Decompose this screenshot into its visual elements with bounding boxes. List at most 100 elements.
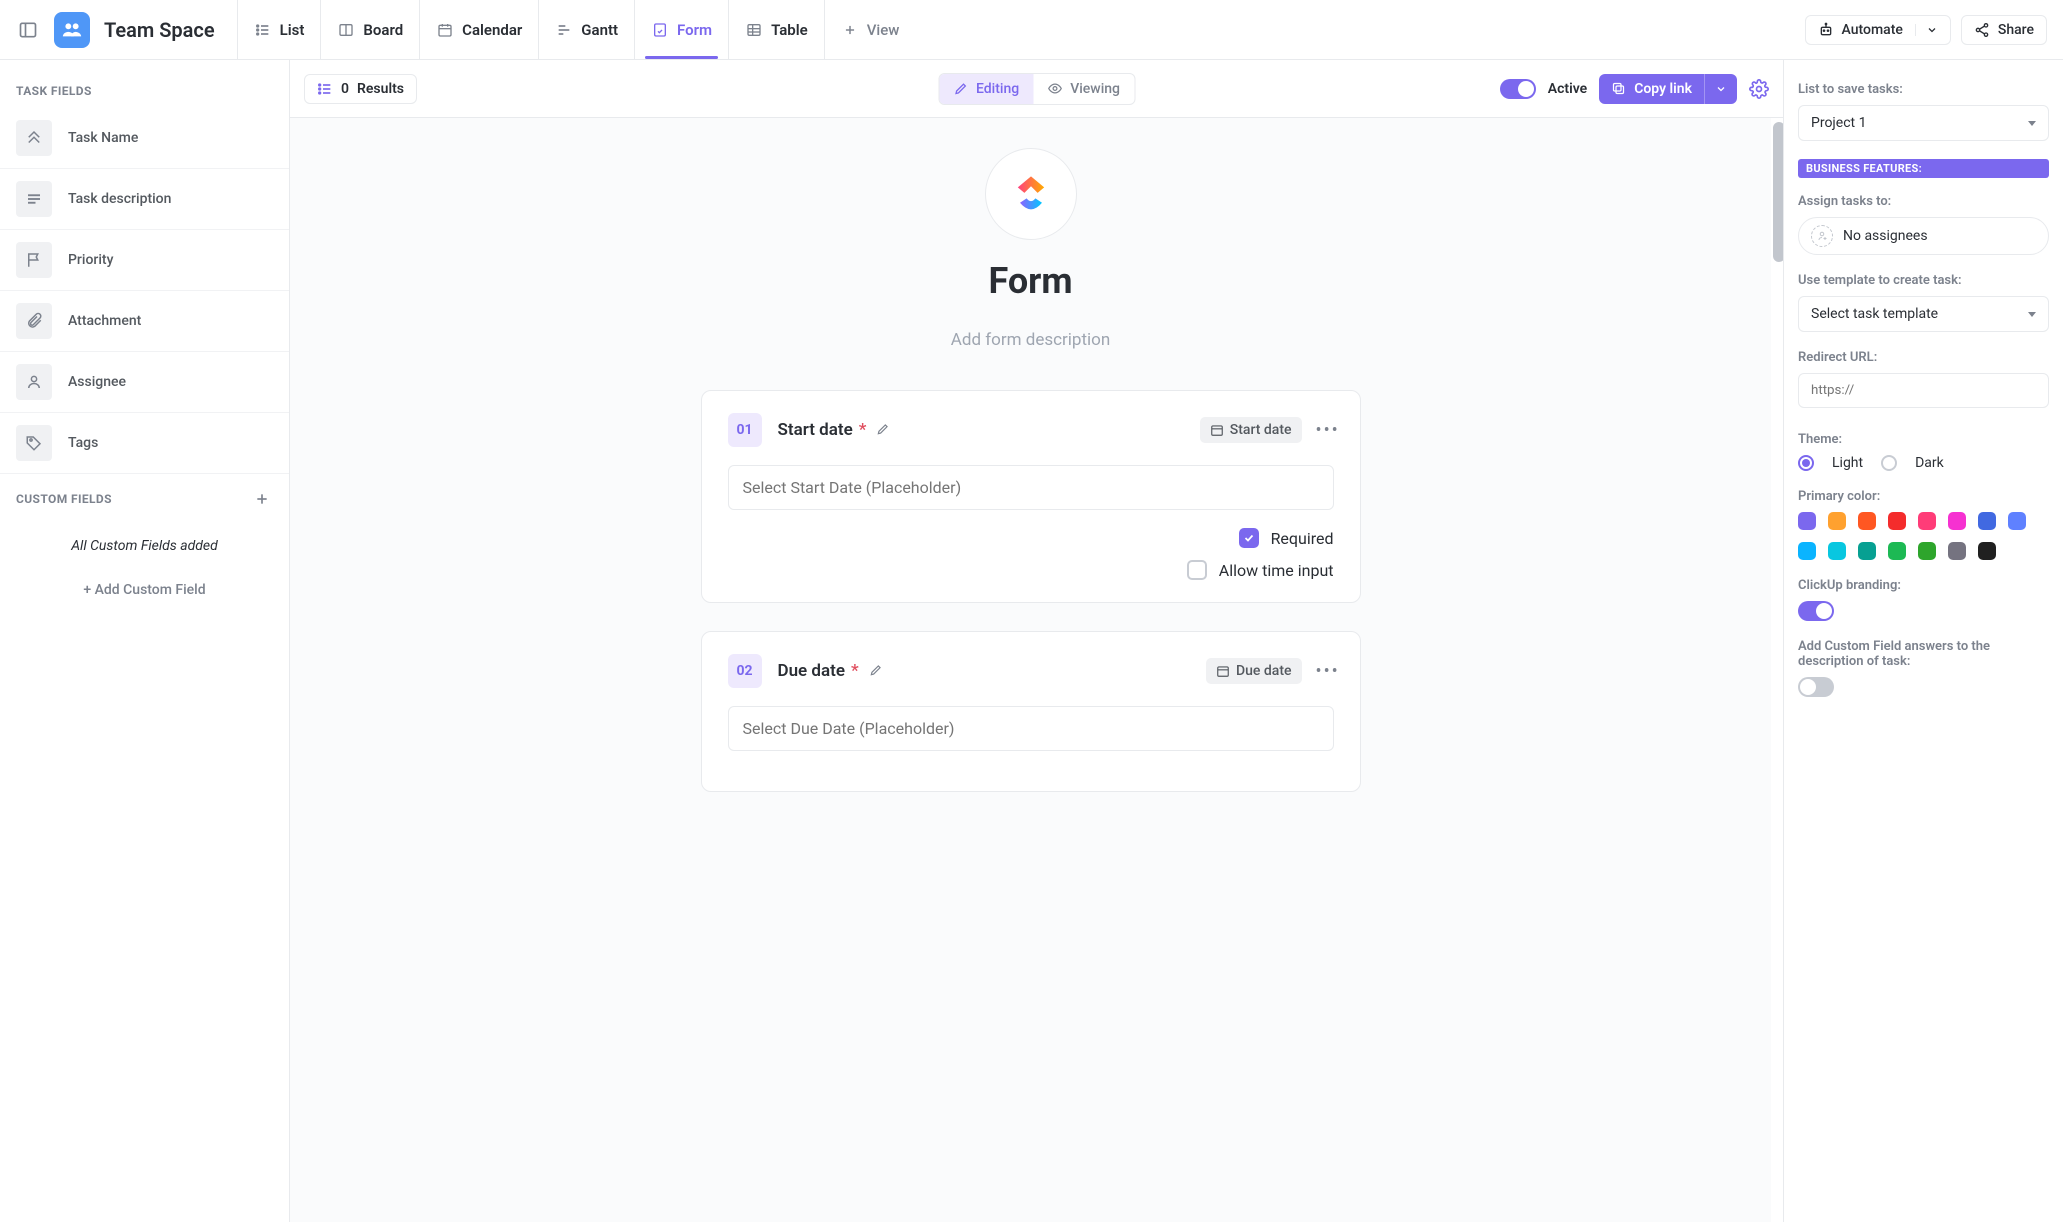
table-icon (745, 21, 763, 39)
results-button[interactable]: 0 Results (304, 74, 417, 104)
theme-light-radio[interactable] (1798, 455, 1814, 471)
form-logo[interactable] (985, 148, 1077, 240)
color-swatch[interactable] (1798, 542, 1816, 560)
field-type-chip[interactable]: Due date (1206, 658, 1302, 684)
tab-add-view[interactable]: View (824, 0, 916, 59)
tab-form[interactable]: Form (634, 0, 728, 59)
business-features-badge: BUSINESS FEATURES: (1798, 159, 2049, 178)
field-type-chip[interactable]: Start date (1200, 417, 1302, 443)
field-priority[interactable]: Priority (0, 230, 289, 291)
list-icon (317, 81, 333, 97)
settings-gear-icon[interactable] (1749, 79, 1769, 99)
card-title[interactable]: Start date * (778, 420, 893, 440)
copy-link-button[interactable]: Copy link (1599, 74, 1737, 104)
editing-segment-button[interactable]: Editing (939, 74, 1033, 104)
field-assignee[interactable]: Assignee (0, 352, 289, 413)
color-swatch[interactable] (1918, 542, 1936, 560)
pencil-icon[interactable] (876, 422, 892, 438)
tab-calendar[interactable]: Calendar (419, 0, 538, 59)
pencil-icon[interactable] (869, 663, 885, 679)
viewing-segment-button[interactable]: Viewing (1033, 74, 1134, 104)
allow-time-label: Allow time input (1219, 561, 1334, 580)
color-swatch[interactable] (1798, 512, 1816, 530)
required-label: Required (1271, 529, 1334, 548)
automate-button[interactable]: Automate (1805, 15, 1951, 45)
task-fields-title: TASK FIELDS (0, 70, 289, 108)
tab-label: List (280, 21, 305, 39)
start-date-input[interactable] (728, 465, 1334, 510)
active-label: Active (1548, 81, 1587, 97)
theme-dark-radio[interactable] (1881, 455, 1897, 471)
space-avatar[interactable] (54, 12, 90, 48)
field-attachment[interactable]: Attachment (0, 291, 289, 352)
assign-tasks-label: Assign tasks to: (1798, 194, 2049, 209)
field-task-description[interactable]: Task description (0, 169, 289, 230)
card-menu-icon[interactable]: ••• (1316, 420, 1334, 441)
color-swatch[interactable] (1978, 542, 1996, 560)
color-swatch[interactable] (1858, 512, 1876, 530)
add-custom-plus-icon[interactable] (251, 488, 273, 510)
template-select[interactable]: Select task template (1798, 296, 2049, 332)
gantt-icon (555, 21, 573, 39)
color-swatch[interactable] (1888, 542, 1906, 560)
theme-label: Theme: (1798, 432, 2049, 447)
tab-table[interactable]: Table (728, 0, 824, 59)
form-title[interactable]: Form (988, 260, 1072, 302)
form-canvas[interactable]: Form Add form description 01 Start date … (290, 118, 1771, 1222)
add-custom-field-button[interactable]: + Add Custom Field (0, 572, 289, 608)
color-swatch[interactable] (1828, 512, 1846, 530)
due-date-input[interactable] (728, 706, 1334, 751)
card-title[interactable]: Due date * (778, 661, 885, 681)
form-card-due-date[interactable]: 02 Due date * Due date ••• (701, 631, 1361, 792)
field-label: Tags (68, 435, 98, 451)
list-to-save-label: List to save tasks: (1798, 82, 2049, 97)
copy-link-dropdown-icon[interactable] (1704, 74, 1737, 104)
description-icon (16, 181, 52, 217)
form-description[interactable]: Add form description (951, 330, 1110, 350)
card-menu-icon[interactable]: ••• (1316, 661, 1334, 682)
viewing-label: Viewing (1070, 81, 1120, 97)
allow-time-checkbox[interactable] (1187, 560, 1207, 580)
field-label: Attachment (68, 313, 141, 329)
tab-gantt[interactable]: Gantt (538, 0, 634, 59)
color-swatch[interactable] (2008, 512, 2026, 530)
scrollbar-thumb[interactable] (1773, 122, 1783, 262)
add-cf-desc-toggle[interactable] (1798, 677, 1834, 697)
share-button[interactable]: Share (1961, 15, 2047, 45)
color-swatches (1798, 512, 2049, 560)
edit-view-segment: Editing Viewing (938, 73, 1135, 105)
add-cf-desc-label: Add Custom Field answers to the descript… (1798, 639, 2049, 669)
tag-icon (16, 425, 52, 461)
color-swatch[interactable] (1948, 512, 1966, 530)
color-swatch[interactable] (1858, 542, 1876, 560)
flag-icon (16, 242, 52, 278)
list-to-save-select[interactable]: Project 1 (1798, 105, 2049, 141)
field-task-name[interactable]: Task Name (0, 108, 289, 169)
tab-list[interactable]: List (237, 0, 321, 59)
active-toggle[interactable] (1500, 79, 1536, 99)
tab-label: Calendar (462, 21, 522, 39)
sidebar-toggle-icon[interactable] (16, 18, 40, 42)
color-swatch[interactable] (1948, 542, 1966, 560)
theme-dark-label: Dark (1915, 455, 1944, 471)
color-swatch[interactable] (1828, 542, 1846, 560)
calendar-icon (1210, 423, 1224, 437)
custom-fields-empty: All Custom Fields added (0, 520, 289, 572)
calendar-icon (436, 21, 454, 39)
color-swatch[interactable] (1978, 512, 1996, 530)
field-tags[interactable]: Tags (0, 413, 289, 474)
branding-toggle[interactable] (1798, 601, 1834, 621)
primary-color-label: Primary color: (1798, 489, 2049, 504)
color-swatch[interactable] (1918, 512, 1936, 530)
custom-fields-header: CUSTOM FIELDS (0, 474, 289, 520)
assign-tasks-select[interactable]: No assignees (1798, 217, 2049, 255)
template-label: Use template to create task: (1798, 273, 2049, 288)
color-swatch[interactable] (1888, 512, 1906, 530)
required-checkbox[interactable] (1239, 528, 1259, 548)
space-title[interactable]: Team Space (104, 18, 215, 42)
redirect-url-input[interactable] (1798, 373, 2049, 408)
tab-label: Gantt (581, 21, 618, 39)
tab-board[interactable]: Board (320, 0, 419, 59)
branding-label: ClickUp branding: (1798, 578, 2049, 593)
form-card-start-date[interactable]: 01 Start date * Start date ••• (701, 390, 1361, 603)
